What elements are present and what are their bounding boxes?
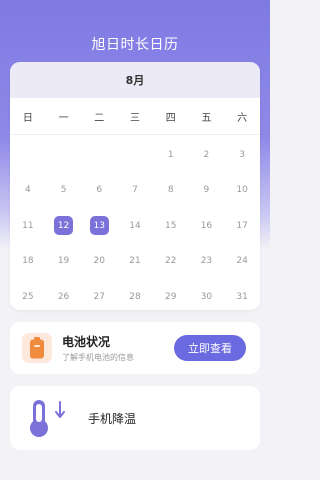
day-number: 3 <box>239 149 245 160</box>
day-number: 17 <box>236 220 248 231</box>
check-now-button[interactable]: 立即查看 <box>174 335 246 361</box>
day-number: 4 <box>24 185 31 196</box>
day-number: 12 <box>54 216 74 236</box>
calendar-day[interactable]: 23 <box>189 244 225 280</box>
day-number: 13 <box>89 216 109 236</box>
calendar-empty-cell <box>81 137 117 173</box>
calendar-day[interactable]: 30 <box>189 279 225 310</box>
cooling-label: 手机降温 <box>88 411 137 426</box>
day-number: 31 <box>236 291 248 302</box>
calendar-day[interactable]: 6 <box>81 173 117 209</box>
calendar-day[interactable]: 19 <box>46 244 82 280</box>
calendar-day[interactable]: 24 <box>224 244 260 280</box>
calendar-day[interactable]: 12 <box>46 208 82 244</box>
day-number: 27 <box>93 291 105 302</box>
day-number: 2 <box>203 149 210 160</box>
calendar-day[interactable]: 7 <box>117 173 153 209</box>
day-number: 20 <box>93 256 105 267</box>
day-number: 14 <box>129 220 141 231</box>
calendar-day[interactable]: 17 <box>224 208 260 244</box>
thermometer-down-icon <box>26 396 70 440</box>
calendar-card: 8月 日 一 二 三 四 五 六 1 2 3 4 5 6 7 8 9 10 11 12 13 14 15 16… <box>10 62 260 310</box>
day-number: 18 <box>22 256 34 267</box>
calendar-day[interactable]: 3 <box>224 137 260 173</box>
day-number: 19 <box>57 256 70 267</box>
battery-title: 电池状况 <box>62 335 111 349</box>
day-number: 22 <box>164 256 177 267</box>
calendar-day[interactable]: 31 <box>224 279 260 310</box>
battery-icon <box>22 333 52 363</box>
calendar-day[interactable]: 8 <box>153 173 189 209</box>
day-number: 21 <box>129 256 141 267</box>
day-number: 25 <box>22 291 34 302</box>
day-number: 1 <box>167 149 174 160</box>
calendar-day[interactable]: 4 <box>10 173 46 209</box>
day-number: 23 <box>200 256 213 267</box>
day-number <box>18 145 37 164</box>
month-label: 8月 <box>10 62 260 98</box>
calendar-day[interactable]: 21 <box>117 244 153 280</box>
battery-subtitle: 了解手机电池的信息 <box>62 353 134 362</box>
calendar-day[interactable]: 28 <box>117 279 153 310</box>
calendar-day[interactable]: 9 <box>189 173 225 209</box>
day-number: 16 <box>200 220 213 231</box>
calendar-day[interactable]: 25 <box>10 279 46 310</box>
calendar-day[interactable]: 13 <box>81 208 117 244</box>
battery-status-card[interactable]: 电池状况 了解手机电池的信息 立即查看 <box>10 322 260 374</box>
calendar-day[interactable]: 18 <box>10 244 46 280</box>
calendar-day[interactable]: 20 <box>81 244 117 280</box>
calendar-day[interactable]: 26 <box>46 279 82 310</box>
day-number <box>54 145 73 164</box>
calendar-empty-cell <box>117 137 153 173</box>
weekday-label: 五 <box>201 112 212 124</box>
weekday-label: 日 <box>22 112 33 124</box>
calendar-grid: 1 2 3 4 5 6 7 8 9 10 11 12 13 14 15 16 17 18 19 20 21 22 23 24 2… <box>10 135 260 310</box>
day-number <box>90 145 109 164</box>
day-number: 26 <box>57 291 70 302</box>
weekday-label: 四 <box>165 112 176 124</box>
day-number: 24 <box>236 256 248 267</box>
day-number: 8 <box>167 185 174 196</box>
day-number: 15 <box>164 220 177 231</box>
day-number: 29 <box>164 291 177 302</box>
weekday-label: 六 <box>237 112 248 124</box>
calendar-empty-cell <box>46 137 82 173</box>
weekday-label: 三 <box>130 112 141 124</box>
calendar-empty-cell <box>10 137 46 173</box>
calendar-day[interactable]: 27 <box>81 279 117 310</box>
calendar-day[interactable]: 16 <box>189 208 225 244</box>
calendar-day[interactable]: 11 <box>10 208 46 244</box>
calendar-day[interactable]: 14 <box>117 208 153 244</box>
calendar-day[interactable]: 15 <box>153 208 189 244</box>
day-number: 10 <box>236 185 248 196</box>
app-title: 旭日时长日历 <box>91 37 179 53</box>
calendar-day[interactable]: 29 <box>153 279 189 310</box>
day-number: 28 <box>129 291 141 302</box>
day-number: 7 <box>132 185 138 196</box>
calendar-day[interactable]: 5 <box>46 173 82 209</box>
weekday-header: 日 一 二 三 四 五 六 <box>10 98 260 134</box>
battery-text: 电池状况 了解手机电池的信息 <box>62 333 174 363</box>
calendar-day[interactable]: 22 <box>153 244 189 280</box>
day-number: 30 <box>200 291 213 302</box>
calendar-day[interactable]: 1 <box>153 137 189 173</box>
calendar-day[interactable]: 2 <box>189 137 225 173</box>
day-number: 9 <box>203 185 210 196</box>
calendar-day[interactable]: 10 <box>224 173 260 209</box>
weekday-label: 一 <box>58 112 69 124</box>
phone-cooling-card[interactable]: 手机降温 <box>10 386 260 450</box>
day-number <box>125 145 144 164</box>
day-number: 6 <box>96 185 103 196</box>
day-number: 5 <box>60 185 67 196</box>
weekday-label: 二 <box>94 112 105 124</box>
day-number: 11 <box>22 220 34 231</box>
